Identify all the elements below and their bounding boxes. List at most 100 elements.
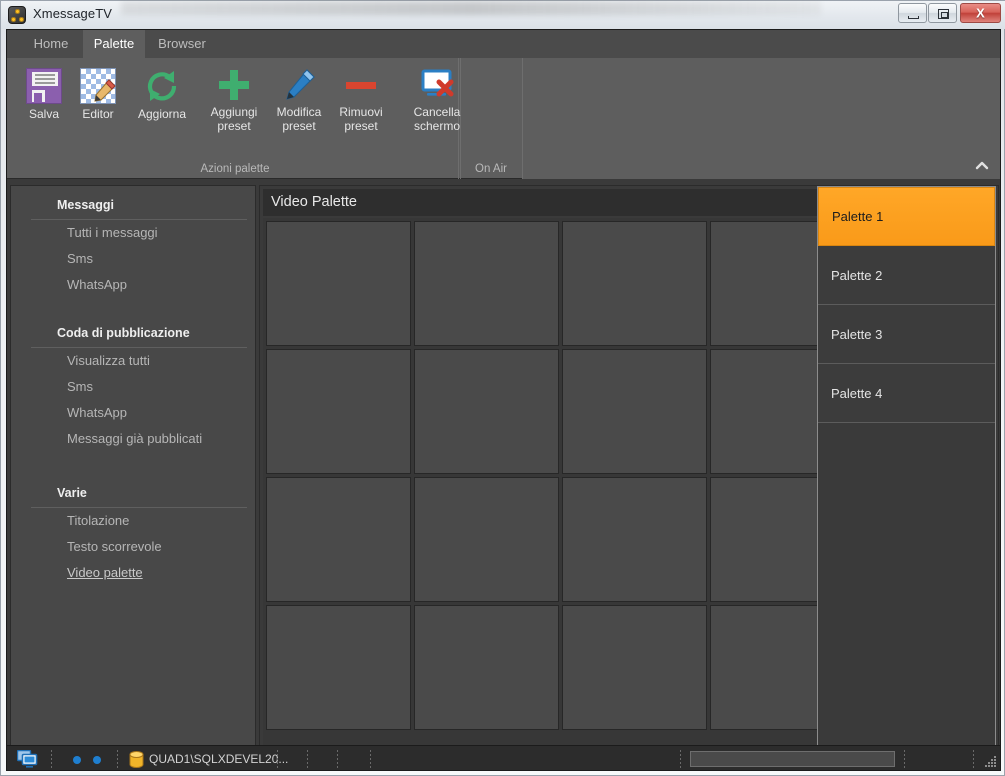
minus-icon — [344, 68, 378, 102]
video-cell[interactable] — [266, 349, 411, 474]
video-cell[interactable] — [414, 221, 559, 346]
video-cell[interactable] — [266, 221, 411, 346]
preset-item-label: Palette 3 — [831, 326, 883, 342]
sidebar-item-visualizza-tutti[interactable]: Visualizza tutti — [11, 348, 257, 374]
close-icon: X — [976, 5, 985, 21]
rimuovi-preset-label-line2: preset — [344, 119, 378, 133]
sidebar-item-coda-sms[interactable]: Sms — [11, 374, 257, 400]
aggiungi-preset-button[interactable]: Aggiungi preset — [200, 62, 268, 133]
sidebar-section-varie: Varie Titolazione Testo scorrevole Video… — [11, 486, 257, 586]
preset-item-label: Palette 4 — [831, 385, 883, 401]
status-separator — [117, 750, 118, 768]
sidebar-item-label: Titolazione — [67, 513, 130, 528]
video-cell[interactable] — [266, 477, 411, 602]
resize-grip-icon[interactable] — [983, 754, 997, 768]
video-cell[interactable] — [414, 349, 559, 474]
video-cell[interactable] — [562, 477, 707, 602]
tab-home[interactable]: Home — [20, 30, 82, 58]
cancella-schermo-button[interactable]: Cancella schermo — [406, 62, 468, 133]
sidebar-item-coda-whatsapp[interactable]: WhatsApp — [11, 400, 257, 426]
preset-item-palette-3[interactable]: Palette 3 — [818, 305, 995, 364]
tab-home-label: Home — [33, 36, 69, 51]
sidebar-item-video-palette[interactable]: Video palette — [11, 560, 257, 586]
preset-item-palette-4[interactable]: Palette 4 — [818, 364, 995, 423]
minimize-icon — [908, 16, 919, 19]
sidebar-item-label: Testo scorrevole — [67, 539, 162, 554]
rimuovi-preset-button[interactable]: Rimuovi preset — [330, 62, 392, 133]
editor-button[interactable]: Editor — [72, 62, 124, 121]
dual-monitor-icon — [16, 749, 39, 768]
monitor-clear-icon — [419, 68, 455, 102]
sidebar-item-whatsapp[interactable]: WhatsApp — [11, 272, 257, 298]
sidebar-section-messaggi: Messaggi Tutti i messaggi Sms WhatsApp — [11, 198, 257, 298]
rimuovi-preset-label-line1: Rimuovi — [339, 105, 383, 119]
status-indicator-dot — [93, 756, 101, 764]
status-indicator-dot — [73, 756, 81, 764]
preset-item-palette-2[interactable]: Palette 2 — [818, 246, 995, 305]
sidebar-heading-messaggi: Messaggi — [57, 198, 114, 212]
status-separator — [307, 750, 308, 768]
video-cell[interactable] — [266, 605, 411, 730]
app-nodes-icon — [8, 6, 26, 24]
status-separator — [51, 750, 52, 768]
status-separator — [370, 750, 371, 768]
sidebar-item-label: WhatsApp — [67, 277, 127, 292]
sidebar-item-testo-scorrevole[interactable]: Testo scorrevole — [11, 534, 257, 560]
close-button[interactable]: X — [960, 3, 1001, 23]
preset-item-label: Palette 1 — [832, 209, 884, 224]
sidebar-item-titolazione[interactable]: Titolazione — [11, 508, 257, 534]
maximize-button[interactable] — [928, 3, 957, 23]
sidebar-item-label: Messaggi già pubblicati — [67, 431, 203, 446]
pencil-icon — [282, 68, 316, 102]
tab-palette[interactable]: Palette — [83, 30, 145, 58]
salva-label: Salva — [28, 107, 60, 121]
tab-browser[interactable]: Browser — [147, 30, 217, 58]
application-window: XmessageTV X Home Palette Browser Salva … — [0, 0, 1005, 776]
sidebar-item-label: Tutti i messaggi — [67, 225, 158, 240]
editor-label: Editor — [82, 107, 114, 121]
sidebar-item-label: Sms — [67, 379, 93, 394]
minimize-button[interactable] — [898, 3, 927, 23]
video-cell[interactable] — [414, 477, 559, 602]
video-cell[interactable] — [562, 221, 707, 346]
aggiorna-label: Aggiorna — [137, 107, 187, 121]
preset-item-label: Palette 2 — [831, 267, 883, 283]
video-cell[interactable] — [414, 605, 559, 730]
sidebar-item-tutti-i-messaggi[interactable]: Tutti i messaggi — [11, 220, 257, 246]
status-separator — [904, 750, 905, 768]
chevron-up-icon[interactable] — [970, 156, 994, 174]
aggiorna-button[interactable]: Aggiorna — [128, 62, 196, 121]
progress-bar — [690, 751, 895, 767]
database-cylinder-icon — [129, 751, 144, 768]
ribbon-group-azioni-palette-label: Azioni palette — [200, 163, 270, 175]
sidebar-item-messaggi-gia-pubblicati[interactable]: Messaggi già pubblicati — [11, 426, 257, 452]
sidebar-navigation: Messaggi Tutti i messaggi Sms WhatsApp C… — [10, 185, 256, 763]
ribbon-tab-strip: Home Palette Browser — [7, 30, 1000, 58]
sidebar-section-coda-di-pubblicazione: Coda di pubblicazione Visualizza tutti S… — [11, 326, 257, 452]
cancella-schermo-label-line2: schermo — [413, 119, 460, 133]
tab-palette-label: Palette — [93, 36, 135, 51]
video-cell[interactable] — [562, 605, 707, 730]
status-separator — [973, 750, 974, 768]
status-separator — [680, 750, 681, 768]
preset-list-panel: Palette 1 Palette 2 Palette 3 Palette 4 — [817, 186, 996, 746]
sidebar-item-label: Sms — [67, 251, 93, 266]
title-bar: XmessageTV X — [1, 1, 1005, 29]
aggiungi-preset-label-line2: preset — [217, 119, 251, 133]
checkerboard-pencil-icon — [80, 68, 116, 104]
preset-item-palette-1[interactable]: Palette 1 — [818, 187, 995, 246]
maximize-icon — [938, 9, 949, 19]
status-bar: QUAD1\SQLXDEVEL20... — [6, 745, 1001, 771]
modifica-preset-label-line1: Modifica — [276, 105, 322, 119]
window-title: XmessageTV — [33, 6, 113, 21]
modifica-preset-button[interactable]: Modifica preset — [268, 62, 330, 133]
video-cell[interactable] — [562, 349, 707, 474]
title-bar-blur-decoration — [121, 1, 821, 15]
preset-list-empty-area — [818, 423, 995, 744]
modifica-preset-label-line2: preset — [282, 119, 316, 133]
salva-button[interactable]: Salva — [18, 62, 70, 121]
tab-browser-label: Browser — [158, 36, 206, 51]
ribbon-group-azioni-palette: Salva Editor Aggiorna Aggiungi preset Mo… — [12, 58, 459, 179]
status-separator — [337, 750, 338, 768]
sidebar-item-sms[interactable]: Sms — [11, 246, 257, 272]
